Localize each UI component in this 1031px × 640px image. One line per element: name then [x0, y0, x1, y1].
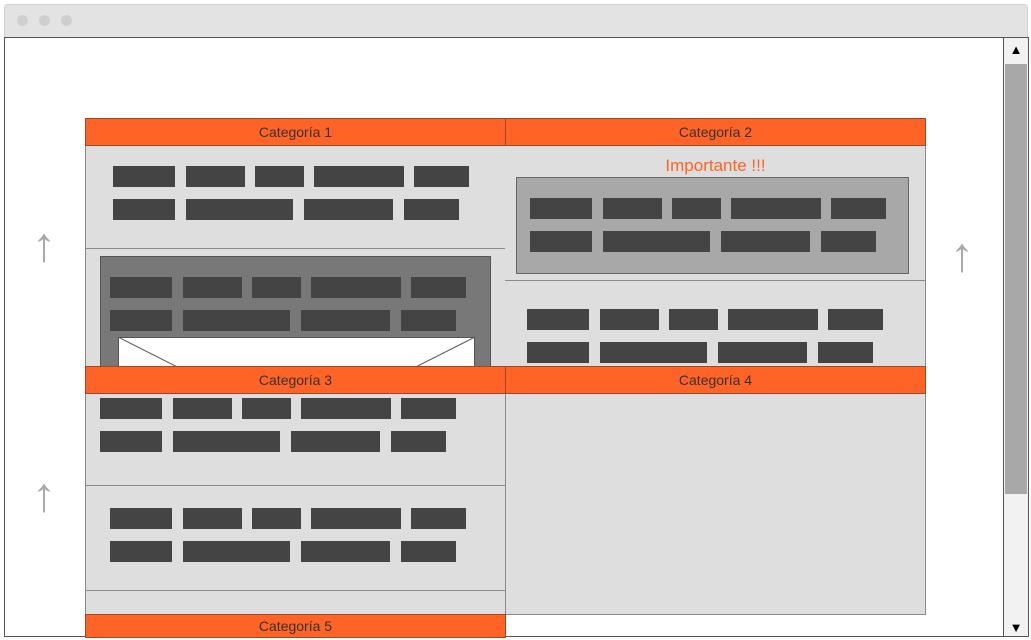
window-titlebar	[4, 4, 1028, 38]
category-2-panel: Importante !!!	[505, 146, 926, 366]
content-block[interactable]	[110, 541, 172, 562]
content-block[interactable]	[530, 198, 592, 219]
content-block[interactable]	[728, 309, 818, 330]
category-3-header[interactable]: Categoría 3	[85, 366, 506, 394]
content-block[interactable]	[401, 310, 456, 331]
content-block[interactable]	[821, 231, 876, 252]
category-4-panel	[505, 394, 926, 615]
content-block[interactable]	[183, 508, 242, 529]
content-block[interactable]	[113, 166, 175, 187]
content-block[interactable]	[301, 310, 390, 331]
content-block[interactable]	[173, 431, 280, 452]
content-block[interactable]	[718, 342, 807, 363]
content-block[interactable]	[301, 398, 391, 419]
content-block[interactable]	[314, 166, 404, 187]
content-block[interactable]	[527, 342, 589, 363]
arrow-up-icon[interactable]: ↑	[22, 472, 66, 520]
content-block[interactable]	[173, 398, 232, 419]
arrow-up-icon[interactable]: ↑	[940, 232, 984, 280]
content-block[interactable]	[414, 166, 469, 187]
scroll-thumb[interactable]	[1005, 64, 1027, 494]
category-5-header[interactable]: Categoría 5	[85, 614, 506, 638]
content-block[interactable]	[186, 166, 245, 187]
content-block[interactable]	[828, 309, 883, 330]
content-block[interactable]	[242, 398, 291, 419]
content-block[interactable]	[311, 277, 401, 298]
content-block[interactable]	[600, 342, 707, 363]
content-block[interactable]	[401, 398, 456, 419]
content-block[interactable]	[603, 231, 710, 252]
category-1-header[interactable]: Categoría 1	[85, 118, 506, 146]
category-3-panel	[85, 394, 507, 615]
close-dot[interactable]	[17, 15, 28, 26]
category-1-panel	[85, 146, 507, 377]
content-block[interactable]	[110, 508, 172, 529]
divider	[86, 485, 507, 486]
content-block[interactable]	[411, 277, 466, 298]
content-block[interactable]	[252, 508, 301, 529]
content-block[interactable]	[100, 431, 162, 452]
content-block[interactable]	[818, 342, 873, 363]
content-block[interactable]	[110, 277, 172, 298]
content-block[interactable]	[731, 198, 821, 219]
content-block[interactable]	[831, 198, 886, 219]
divider	[86, 248, 507, 249]
content-block[interactable]	[391, 431, 446, 452]
category-2-header[interactable]: Categoría 2	[505, 118, 926, 146]
content-block[interactable]	[301, 541, 390, 562]
content-block[interactable]	[672, 198, 721, 219]
content-block[interactable]	[311, 508, 401, 529]
content-block[interactable]	[100, 398, 162, 419]
content-block[interactable]	[527, 309, 589, 330]
content-block[interactable]	[411, 508, 466, 529]
content-block[interactable]	[113, 199, 175, 220]
content-block[interactable]	[600, 309, 659, 330]
content-block[interactable]	[669, 309, 718, 330]
content-block[interactable]	[183, 277, 242, 298]
highlight-box	[100, 256, 491, 377]
scroll-down-button[interactable]: ▼	[1005, 616, 1027, 638]
content-block[interactable]	[255, 166, 304, 187]
content-block[interactable]	[401, 541, 456, 562]
minimize-dot[interactable]	[39, 15, 50, 26]
content-block[interactable]	[603, 198, 662, 219]
content-block[interactable]	[304, 199, 393, 220]
content-block[interactable]	[186, 199, 293, 220]
content-block[interactable]	[404, 199, 459, 220]
important-box	[516, 177, 909, 274]
content-block[interactable]	[252, 277, 301, 298]
content-block[interactable]	[110, 310, 172, 331]
category-4-header[interactable]: Categoría 4	[505, 366, 926, 394]
content-block[interactable]	[291, 431, 380, 452]
scroll-up-button[interactable]: ▲	[1005, 38, 1027, 60]
important-label: Importante !!!	[665, 156, 766, 175]
content-block[interactable]	[183, 541, 290, 562]
divider	[86, 590, 507, 591]
content-block[interactable]	[721, 231, 810, 252]
divider	[505, 280, 926, 281]
maximize-dot[interactable]	[61, 15, 72, 26]
content-block[interactable]	[183, 310, 290, 331]
arrow-up-icon[interactable]: ↑	[22, 222, 66, 270]
content-block[interactable]	[530, 231, 592, 252]
